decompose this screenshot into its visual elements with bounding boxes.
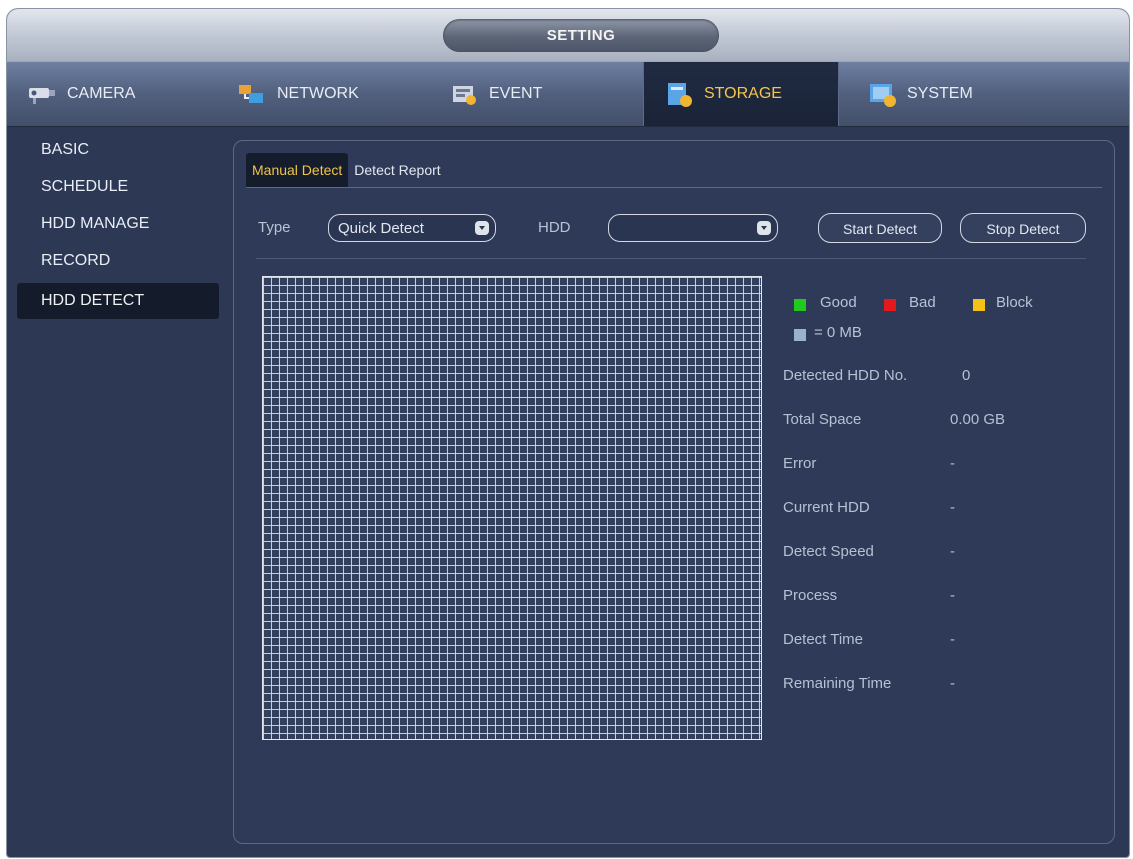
start-detect-button[interactable]: Start Detect [818,213,942,243]
detected-hdd-no-label: Detected HDD No. [783,367,908,384]
current-hdd-value: - [950,499,955,516]
type-select-value: Quick Detect [338,220,424,237]
hdd-label: HDD [538,219,571,236]
tab-storage[interactable]: STORAGE [643,62,839,126]
tab-manual-detect[interactable]: Manual Detect [246,153,349,187]
disk-block-grid [262,276,762,740]
tab-label: SYSTEM [907,85,973,102]
detect-speed-value: - [950,543,955,560]
remaining-time-value: - [950,675,955,692]
window-title: SETTING [443,19,719,52]
stop-detect-button[interactable]: Stop Detect [960,213,1086,243]
type-label: Type [258,219,291,236]
sidebar-item-hdd-detect[interactable]: HDD DETECT [17,283,219,319]
sidebar: BASIC SCHEDULE HDD MANAGE RECORD HDD DET… [7,126,227,826]
detect-speed-label: Detect Speed [783,543,874,560]
process-label: Process [783,587,838,604]
sidebar-item-schedule[interactable]: SCHEDULE [17,169,128,205]
tab-system[interactable]: SYSTEM [865,62,1065,126]
network-icon [235,79,271,109]
event-icon [447,79,483,109]
storage-icon [662,79,698,109]
tab-camera[interactable]: CAMERA [15,62,225,126]
main-tab-bar: CAMERA NETWORK EVENT STORAGE SYSTEM [7,61,1129,127]
tab-label: NETWORK [277,85,359,102]
sidebar-item-record[interactable]: RECORD [17,243,110,279]
legend-bad-label: Bad [909,294,936,311]
legend-block-label: Block [996,294,1033,311]
total-space-label: Total Space [783,411,862,428]
remaining-time-label: Remaining Time [783,675,892,692]
tab-label: STORAGE [704,85,782,102]
good-color-swatch [794,299,806,311]
type-select[interactable]: Quick Detect [328,214,496,242]
tab-label: CAMERA [67,85,136,102]
detected-hdd-no-value: 0 [962,367,971,384]
divider [256,258,1086,259]
legend-good-label: Good [820,294,857,311]
subtab-bar: Manual Detect Detect Report [246,153,447,187]
tab-event[interactable]: EVENT [447,62,627,126]
tab-label: EVENT [489,85,543,102]
legend-unit-label: = 0 MB [814,324,862,341]
sidebar-item-basic[interactable]: BASIC [17,132,89,168]
bad-color-swatch [884,299,896,311]
settings-window: SETTING CAMERA NETWORK EVENT STORAGE SYS… [6,8,1130,858]
block-color-swatch [973,299,985,311]
hdd-detect-panel: Manual Detect Detect Report Type Quick D… [233,140,1115,844]
error-value: - [950,455,955,472]
total-space-value: 0.00 GB [950,411,1006,428]
process-value: - [950,587,955,604]
current-hdd-label: Current HDD [783,499,870,516]
chevron-down-icon [757,221,771,235]
sidebar-item-hdd-manage[interactable]: HDD MANAGE [17,206,149,242]
unit-color-swatch [794,329,806,341]
title-bar: SETTING [7,9,1129,61]
error-label: Error [783,455,817,472]
tab-network[interactable]: NETWORK [235,62,425,126]
tab-detect-report[interactable]: Detect Report [348,153,446,187]
detect-time-label: Detect Time [783,631,864,648]
camera-icon [25,79,61,109]
hdd-select[interactable] [608,214,778,242]
detect-time-value: - [950,631,955,648]
system-icon [865,79,901,109]
divider [246,187,1102,188]
chevron-down-icon [475,221,489,235]
